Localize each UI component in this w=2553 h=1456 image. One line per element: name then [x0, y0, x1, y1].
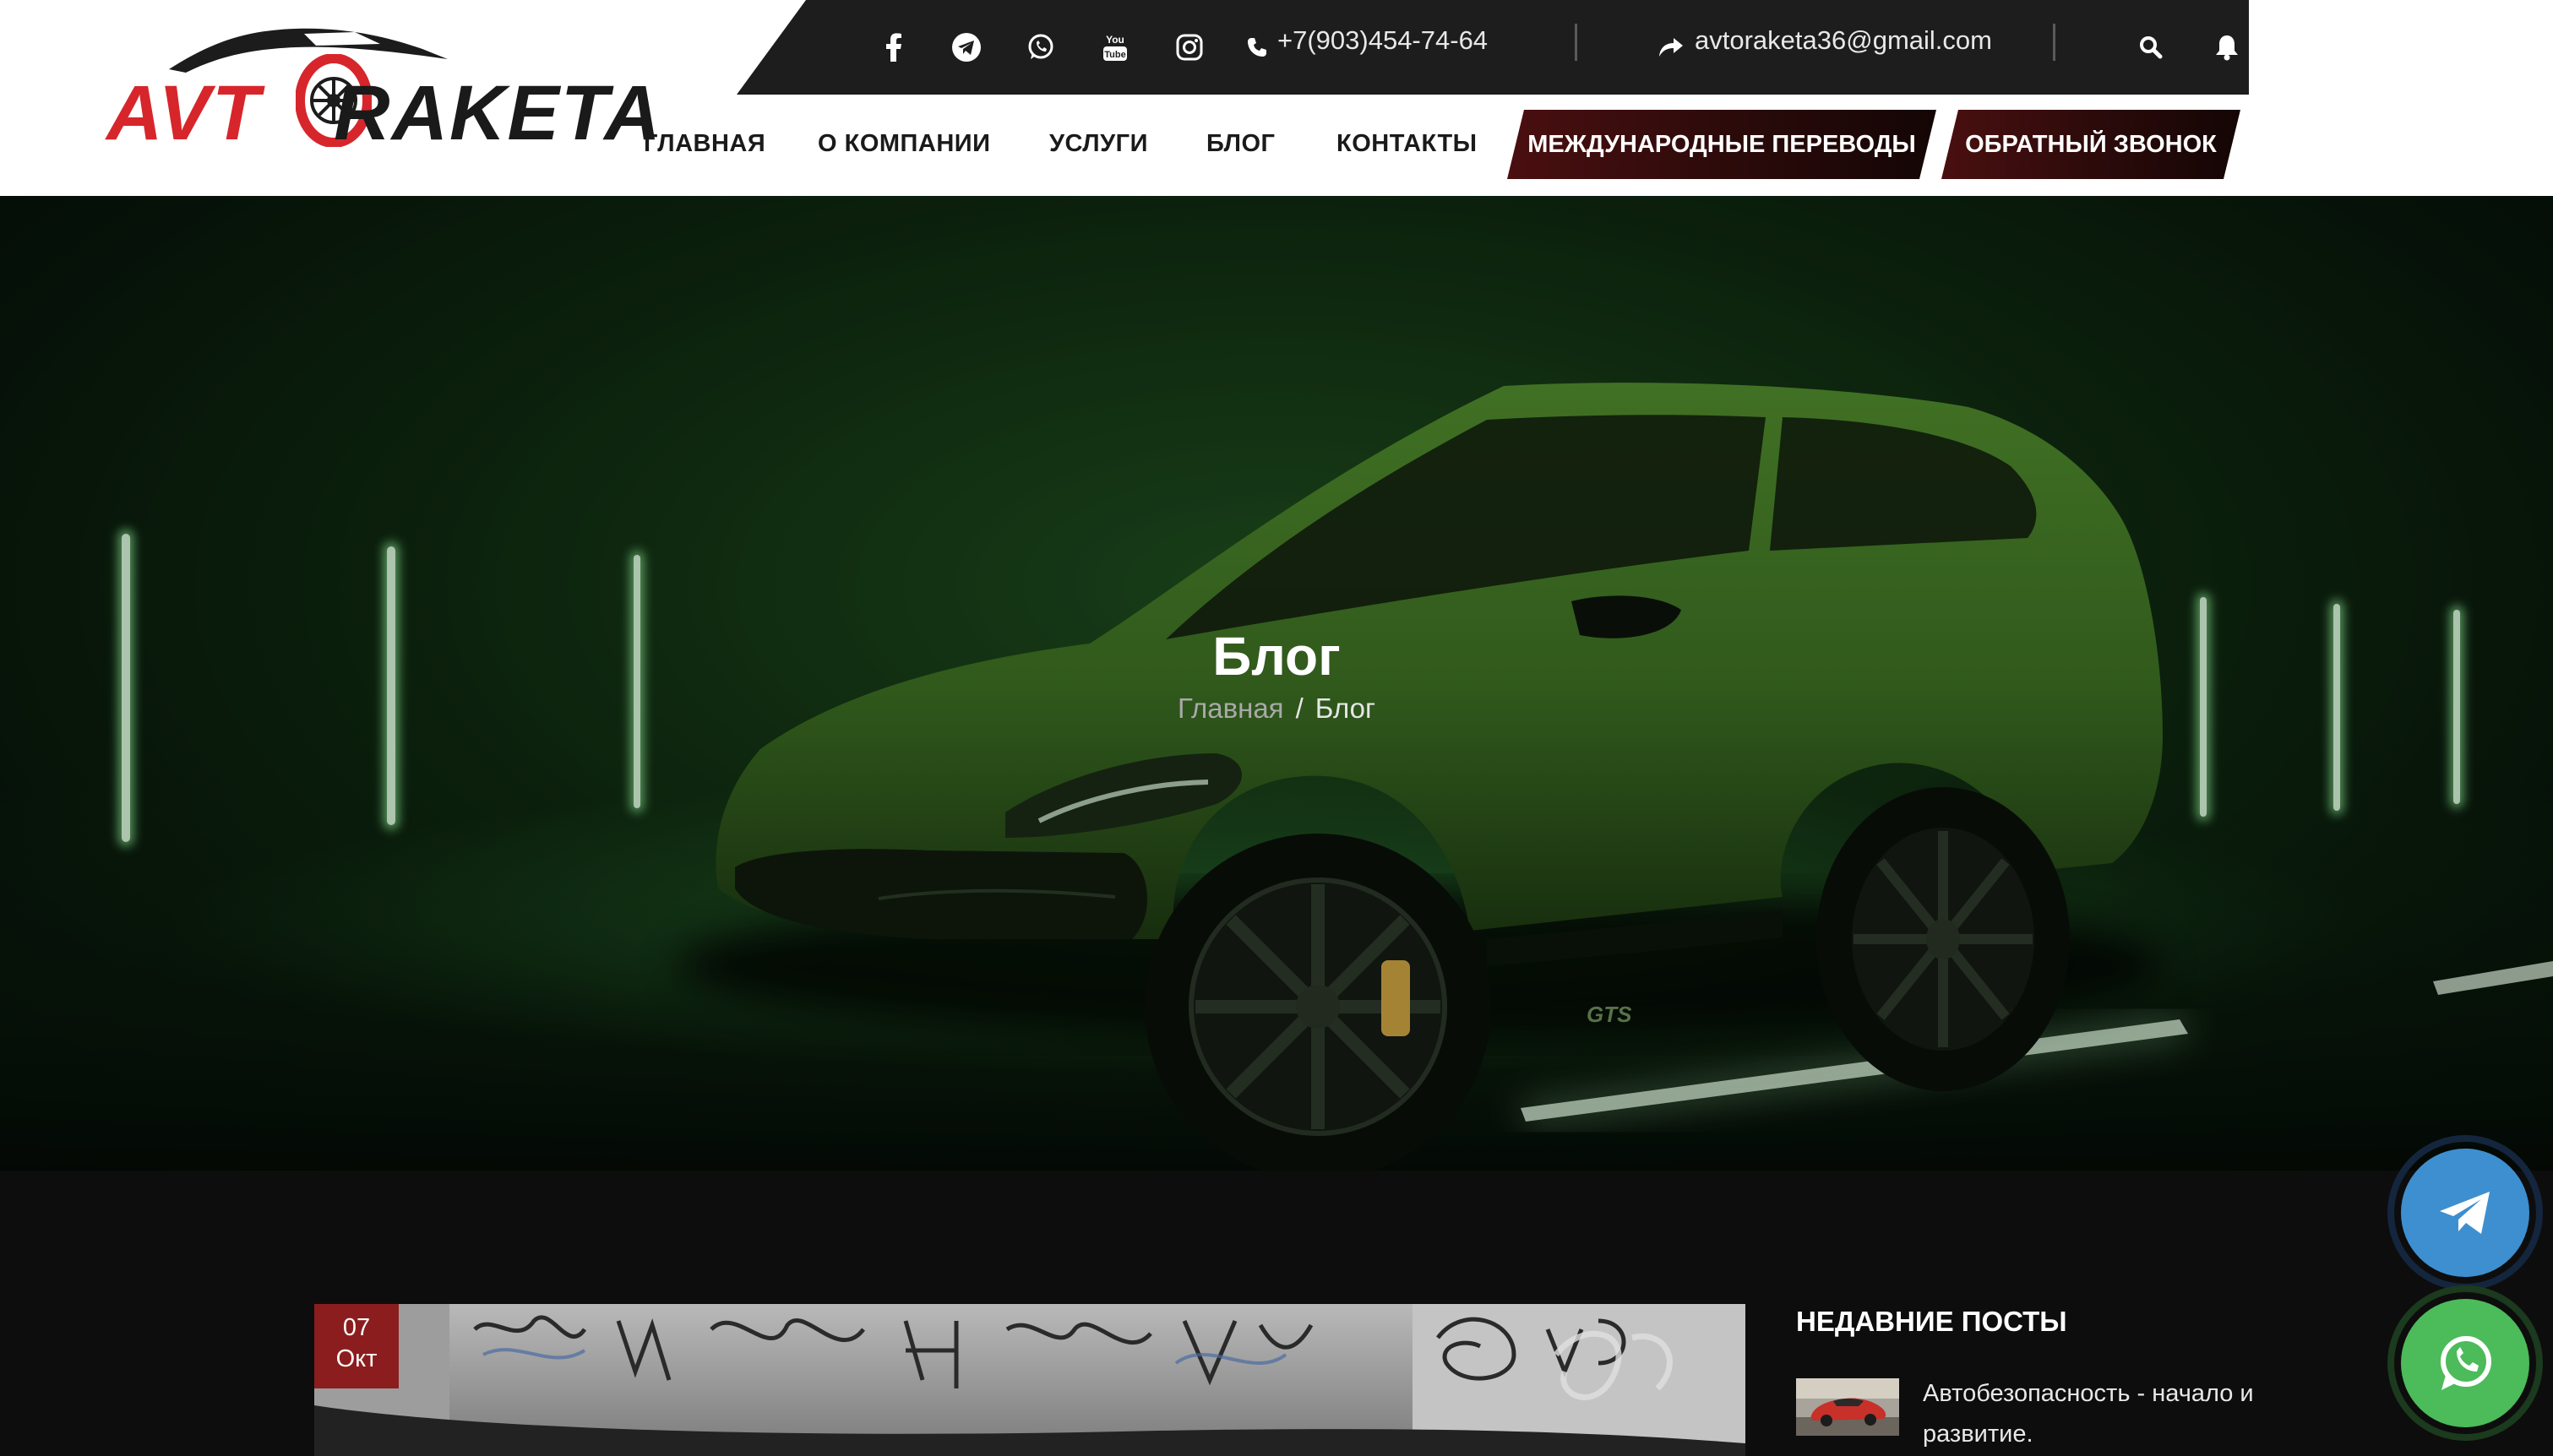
breadcrumb-separator: /	[1295, 693, 1304, 724]
telegram-float-button[interactable]	[2387, 1135, 2543, 1290]
svg-text:You: You	[1106, 34, 1124, 46]
telegram-icon	[2440, 1192, 2490, 1234]
whatsapp-icon	[2441, 1336, 2491, 1390]
graffiti-wall-image	[314, 1304, 1745, 1456]
nav-item-services[interactable]: УСЛУГИ	[1049, 130, 1148, 158]
recent-post-link[interactable]: Автобезопасность - начало и развитие.	[1923, 1373, 2261, 1454]
international-transfers-label: МЕЖДУНАРОДНЫЕ ПЕРЕВОДЫ	[1527, 130, 1916, 158]
breadcrumb-home-link[interactable]: Главная	[1178, 693, 1284, 724]
international-transfers-button[interactable]: МЕЖДУНАРОДНЫЕ ПЕРЕВОДЫ	[1507, 110, 1936, 179]
phone-icon	[1244, 27, 1271, 68]
blog-content: 07 Окт НЕДАВНИЕ ПОСТЫ Автобезопасность -…	[0, 1171, 2553, 1456]
breadcrumb-current: Блог	[1315, 693, 1376, 724]
breadcrumb: Главная / Блог	[0, 693, 2553, 725]
nav-item-blog[interactable]: БЛОГ	[1206, 130, 1275, 158]
youtube-icon[interactable]: You Tube	[1095, 27, 1135, 68]
email-link[interactable]: avtoraketa36@gmail.com	[1695, 25, 1992, 56]
page-title: Блог	[1212, 626, 1341, 687]
post-featured-image[interactable]	[314, 1304, 1745, 1456]
share-arrow-icon	[1656, 27, 1686, 68]
site-logo[interactable]: AVT RAKETA	[100, 25, 661, 169]
site-header: AVT RAKETA You Tube +7(903)454-74-64 avt…	[0, 0, 2553, 196]
bell-icon[interactable]	[2207, 27, 2247, 68]
logo-wordmark: AVT RAKETA	[106, 74, 662, 152]
facebook-icon[interactable]	[874, 27, 914, 68]
telegram-icon[interactable]	[946, 27, 987, 68]
recent-post-thumbnail[interactable]	[1796, 1378, 1899, 1436]
post-date-day: 07	[342, 1314, 371, 1341]
search-icon[interactable]	[2131, 27, 2171, 68]
instagram-icon[interactable]	[1169, 27, 1210, 68]
nav-item-about[interactable]: О КОМПАНИИ	[818, 130, 990, 158]
svg-text:Tube: Tube	[1104, 50, 1125, 60]
post-date-month: Окт	[335, 1345, 378, 1372]
recent-posts-heading: НЕДАВНИЕ ПОСТЫ	[1796, 1306, 2067, 1337]
whatsapp-icon[interactable]	[1021, 27, 1061, 68]
top-contact-bar: You Tube +7(903)454-74-64 avtoraketa36@gm…	[737, 0, 2249, 95]
topbar-divider	[1575, 24, 1577, 61]
topbar-divider	[2053, 24, 2055, 61]
nav-item-home[interactable]: ГЛАВНАЯ	[644, 130, 765, 158]
phone-link[interactable]: +7(903)454-74-64	[1277, 25, 1488, 56]
logo-text-raketa: RAKETA	[334, 70, 662, 156]
post-date-badge: 07 Окт	[314, 1304, 399, 1388]
whatsapp-float-button[interactable]	[2387, 1285, 2543, 1441]
nav-item-contacts[interactable]: КОНТАКТЫ	[1336, 130, 1478, 158]
callback-button[interactable]: ОБРАТНЫЙ ЗВОНОК	[1941, 110, 2240, 179]
callback-label: ОБРАТНЫЙ ЗВОНОК	[1965, 130, 2217, 158]
hero-banner: GTS Блог Главная / Блог	[0, 196, 2553, 1171]
red-car-thumbnail-image	[1796, 1378, 1899, 1436]
logo-text-avt: AVT	[106, 70, 262, 156]
